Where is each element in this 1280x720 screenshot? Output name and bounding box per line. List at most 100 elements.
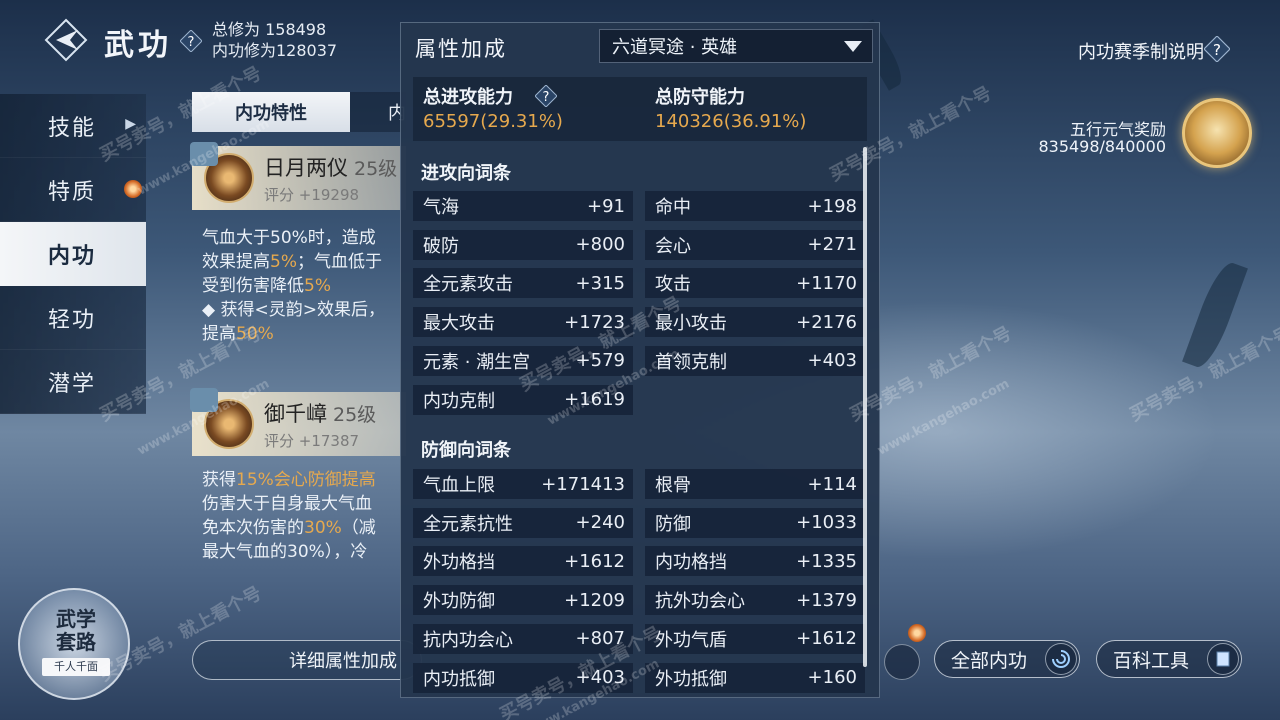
wugong-logo-icon[interactable] [44, 18, 88, 62]
book-icon [1207, 643, 1239, 675]
stat-value: +579 [575, 350, 625, 372]
help-icon[interactable]: ? [179, 29, 203, 53]
stat-name: 气血上限 [423, 475, 495, 496]
lock-icon [190, 142, 218, 166]
skill-score: 评分 +17387 [264, 432, 360, 450]
stat-name: 内功克制 [423, 390, 495, 412]
svg-text:?: ? [188, 35, 195, 50]
stat-cell: 外功防御 +1209 [413, 585, 633, 616]
stat-name: 外功气盾 [655, 629, 727, 651]
nav-item-traits[interactable]: 特质 [0, 158, 146, 222]
skill-card[interactable]: 御千嶂 25级 评分 +17387 [190, 388, 406, 456]
season-rules-link[interactable]: 内功赛季制说明 [1078, 38, 1204, 64]
page-title: 武功 [104, 28, 172, 63]
stat-name: 外功格挡 [423, 552, 495, 574]
stat-value: +240 [575, 512, 625, 534]
stat-cell: 命中 +198 [645, 191, 865, 221]
panel-scrollbar[interactable] [863, 147, 867, 667]
stat-cell: 元素 · 潮生宫 +579 [413, 345, 633, 376]
skill-level: 25级 [333, 404, 377, 426]
defense-section-title: 防御向词条 [421, 440, 511, 461]
nav-item-skills[interactable]: 技能 ▶ [0, 94, 146, 158]
stat-cell: 破防 +800 [413, 229, 633, 260]
chevron-right-icon: ▶ [125, 116, 138, 132]
stat-value: +1619 [564, 389, 625, 410]
stat-name: 外功防御 [423, 591, 495, 613]
stat-cell: 全元素攻击 +315 [413, 268, 633, 299]
inner-tabs: 内功特性 内 [192, 92, 406, 132]
stat-cell: 抗外功会心 +1379 [645, 585, 865, 616]
stat-cell: 根骨 +114 [645, 469, 865, 499]
skill-name: 御千嶂 25级 [264, 402, 377, 426]
martial-routine-title: 武学套路 [56, 607, 96, 654]
reward-orb-icon[interactable] [1182, 98, 1252, 168]
notification-dot-icon [124, 180, 142, 198]
stat-value: +1033 [796, 512, 857, 534]
difficulty-dropdown[interactable]: 六道冥途 · 英雄 [599, 29, 873, 63]
stat-cell: 最大攻击 +1723 [413, 307, 633, 338]
stat-value: +1723 [564, 311, 625, 333]
stat-cell: 外功格挡 +1612 [413, 546, 633, 577]
stat-cell: 气血上限 +171413 [413, 469, 633, 499]
stat-name: 防御 [655, 513, 691, 535]
stat-name: 破防 [423, 235, 459, 257]
left-nav: 技能 ▶ 特质 内功 轻功 潜学 [0, 94, 146, 414]
total-attack-label: 总进攻能力 [423, 87, 513, 108]
cultivation-info: 总修为 158498 内功修为128037 [212, 19, 337, 61]
stat-value: +1612 [564, 550, 625, 572]
total-cultivation: 总修为 158498 [212, 20, 327, 39]
stat-cell: 内功克制 +1619 [413, 384, 633, 415]
stat-cell: 抗内功会心 +807 [413, 623, 633, 654]
stat-name: 内功抵御 [423, 668, 495, 690]
wiki-tools-label: 百科工具 [1113, 649, 1190, 672]
help-icon[interactable]: ? [534, 84, 558, 108]
nav-item-label: 内功 [48, 243, 97, 269]
stat-value: +171413 [541, 473, 625, 495]
skill-score: 评分 +19298 [264, 186, 360, 204]
stat-cell: 会心 +271 [645, 229, 865, 260]
attribute-panel: 属性加成 六道冥途 · 英雄 总进攻能力 ? 65597(29.31%) 总防守… [400, 22, 880, 698]
stat-name: 外功抵御 [655, 668, 727, 690]
stat-value: +403 [575, 667, 625, 688]
stat-cell: 气海 +91 [413, 191, 633, 221]
martial-routine-button[interactable]: 武学套路 千人千面 [18, 588, 130, 700]
stat-cell: 防御 +1033 [645, 507, 865, 538]
stat-value: +198 [807, 195, 857, 217]
stat-value: +160 [807, 667, 857, 688]
nav-item-lightness[interactable]: 轻功 [0, 286, 146, 350]
stat-value: +91 [587, 195, 625, 217]
nav-item-label: 潜学 [48, 371, 97, 397]
svg-text:?: ? [543, 90, 550, 105]
swirl-icon [1045, 643, 1077, 675]
detail-attributes-button[interactable]: 详细属性加成 [192, 640, 422, 680]
skill-name: 日月两仪 25级 [264, 156, 398, 180]
stat-name: 会心 [655, 235, 691, 257]
stat-value: +403 [807, 350, 857, 372]
stat-cell: 内功抵御 +403 [413, 662, 633, 693]
skill-description: 气血大于50%时，造成 效果提高5%；气血低于 受到伤害降低5% ◆ 获得<灵韵… [202, 228, 385, 344]
stat-value: +1612 [796, 628, 857, 650]
wiki-tools-button[interactable]: 百科工具 [1096, 640, 1242, 678]
nav-item-inner-power[interactable]: 内功 [0, 222, 146, 286]
stat-value: +271 [807, 234, 857, 256]
stat-cell: 首领克制 +403 [645, 345, 865, 376]
help-icon[interactable]: ? [1203, 35, 1231, 63]
skill-card[interactable]: 日月两仪 25级 评分 +19298 [190, 142, 406, 210]
stat-name: 内功格挡 [655, 552, 727, 574]
martial-routine-tag: 千人千面 [42, 658, 110, 676]
total-attack-value: 65597(29.31%) [423, 111, 563, 132]
stat-name: 全元素抗性 [423, 513, 513, 535]
chevron-down-icon [844, 41, 862, 52]
skill-level: 25级 [354, 158, 398, 180]
tab-inner-traits[interactable]: 内功特性 [192, 92, 350, 132]
all-inner-button[interactable]: 全部内功 [934, 640, 1080, 678]
totals-box: 总进攻能力 ? 65597(29.31%) 总防守能力 140326(36.91… [413, 77, 867, 141]
ember-icon [908, 624, 926, 642]
compass-icon[interactable] [884, 644, 920, 680]
stat-name: 全元素攻击 [423, 274, 513, 296]
attack-section-title: 进攻向词条 [421, 163, 511, 184]
skill-description: 获得15%会心防御提高 伤害大于自身最大气血 免本次伤害的30%（减 最大气血的… [202, 470, 376, 562]
stat-value: +1379 [796, 589, 857, 611]
reward-count: 835498/840000 [1038, 137, 1166, 156]
nav-item-latent[interactable]: 潜学 [0, 350, 146, 414]
